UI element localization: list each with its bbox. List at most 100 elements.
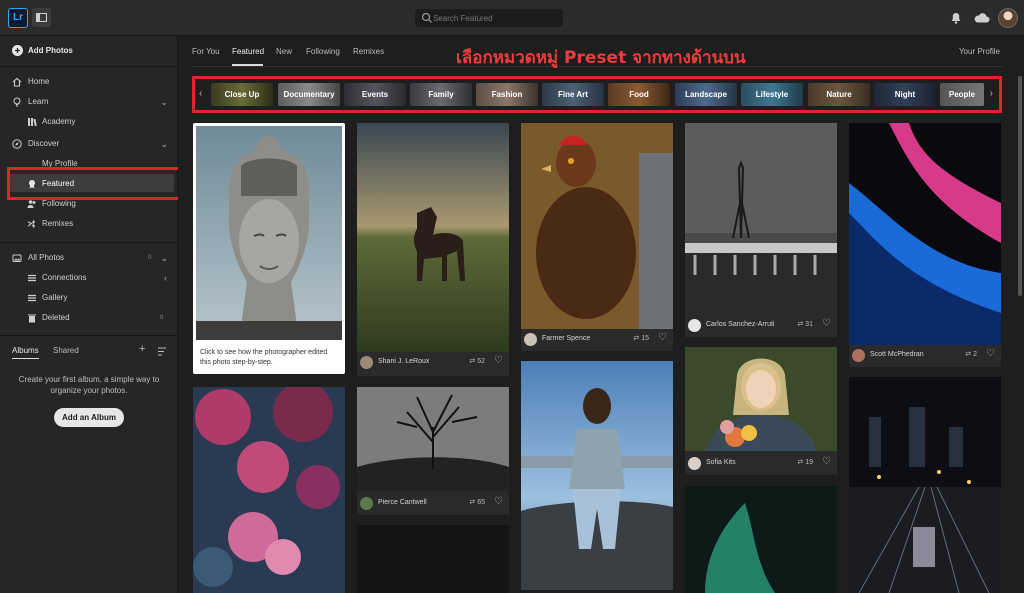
heart-icon[interactable]: ♡ xyxy=(986,348,995,359)
photo-caption-bar: Shani J. LeRoux ⇄ 52 ♡ xyxy=(357,352,509,374)
sort-icon[interactable] xyxy=(158,347,168,356)
author-name[interactable]: Sofia Kits xyxy=(706,459,736,466)
author-name[interactable]: Farmer Spence xyxy=(542,335,590,342)
author-avatar[interactable] xyxy=(852,349,865,362)
panel-toggle-icon[interactable] xyxy=(32,8,51,27)
gallery-icon xyxy=(28,294,36,302)
photo-caption-bar: Scott McPhedran ⇄ 2 ♡ xyxy=(849,345,1001,367)
tab-following[interactable]: Following xyxy=(306,47,340,56)
category-documentary[interactable]: Documentary xyxy=(278,83,340,106)
photo-card[interactable]: Carlos Sanchez-Arruti ⇄ 31 ♡ xyxy=(685,123,837,337)
sidebar-item-home[interactable]: Home xyxy=(0,73,178,91)
woman-with-flowers-photo xyxy=(685,347,837,451)
category-family[interactable]: Family xyxy=(410,83,472,106)
tab-new[interactable]: New xyxy=(276,47,292,56)
photo-card[interactable] xyxy=(193,387,345,593)
author-avatar[interactable] xyxy=(524,333,537,346)
add-album-plus-icon[interactable]: + xyxy=(139,343,145,355)
photo-card[interactable]: Pierce Cantwell ⇄ 65 ♡ xyxy=(357,387,509,515)
remix-count[interactable]: ⇄ 65 xyxy=(469,498,485,506)
user-avatar[interactable] xyxy=(998,8,1018,28)
remix-count[interactable]: ⇄ 31 xyxy=(797,320,813,328)
add-album-button[interactable]: Add an Album xyxy=(54,408,124,427)
category-events[interactable]: Events xyxy=(344,83,406,106)
chevron-right-icon[interactable]: › xyxy=(990,88,993,99)
buddha-statue-photo xyxy=(196,126,342,340)
author-name[interactable]: Carlos Sanchez-Arruti xyxy=(706,321,774,328)
category-night[interactable]: Night xyxy=(874,83,936,106)
heart-icon[interactable]: ♡ xyxy=(494,496,503,507)
category-fine-art[interactable]: Fine Art xyxy=(542,83,604,106)
heart-icon[interactable]: ♡ xyxy=(822,456,831,467)
photo-card[interactable]: Sofia Kits ⇄ 19 ♡ xyxy=(685,347,837,475)
chevron-left-icon[interactable]: ‹ xyxy=(199,88,202,99)
sidebar-item-following[interactable]: Following xyxy=(0,195,178,213)
sidebar-item-connections[interactable]: Connections ‹ xyxy=(0,269,178,287)
chevron-left-icon[interactable]: ‹ xyxy=(164,269,167,287)
scrollbar[interactable] xyxy=(1018,76,1022,296)
night-sky-photo xyxy=(357,525,509,593)
remix-count[interactable]: ⇄ 15 xyxy=(633,334,649,342)
featured-photo-card[interactable]: Click to see how the photographer edited… xyxy=(193,123,345,374)
author-avatar[interactable] xyxy=(360,497,373,510)
sidebar-item-remixes[interactable]: Remixes xyxy=(0,215,178,233)
category-lifestyle[interactable]: Lifestyle xyxy=(741,83,803,106)
sidebar-item-all-photos[interactable]: All Photos 0 ⌄ xyxy=(0,249,178,267)
search-box[interactable] xyxy=(415,9,563,27)
photo-card[interactable]: Scott McPhedran ⇄ 2 ♡ xyxy=(849,123,1001,367)
chevron-down-icon[interactable]: ⌄ xyxy=(160,135,168,153)
category-people[interactable]: People xyxy=(940,83,984,106)
photo-card[interactable] xyxy=(849,377,1001,593)
top-bar: Lr xyxy=(0,0,1024,36)
remix-count[interactable]: ⇄ 19 xyxy=(797,458,813,466)
category-nature[interactable]: Nature xyxy=(808,83,870,106)
author-name[interactable]: Pierce Cantwell xyxy=(378,499,427,506)
sidebar-item-deleted[interactable]: Deleted 0 xyxy=(0,309,178,327)
sidebar-item-gallery[interactable]: Gallery xyxy=(0,289,178,307)
photo-card[interactable] xyxy=(521,361,673,590)
tab-for-you[interactable]: For You xyxy=(192,47,220,56)
tab-albums[interactable]: Albums xyxy=(12,346,39,355)
sidebar-item-learn[interactable]: Learn ⌄ xyxy=(0,93,178,111)
add-photos-label: Add Photos xyxy=(28,46,73,55)
your-profile-link[interactable]: Your Profile xyxy=(959,47,1000,56)
lightroom-logo[interactable]: Lr xyxy=(8,8,28,28)
remix-count[interactable]: ⇄ 2 xyxy=(965,350,977,358)
sidebar-item-academy[interactable]: Academy xyxy=(0,113,178,131)
search-icon xyxy=(421,12,432,23)
tab-shared[interactable]: Shared xyxy=(53,346,79,355)
category-close-up[interactable]: Close Up xyxy=(211,83,273,106)
author-name[interactable]: Scott McPhedran xyxy=(870,351,924,358)
category-food[interactable]: Food xyxy=(608,83,670,106)
sidebar-item-discover[interactable]: Discover ⌄ xyxy=(0,135,178,153)
category-fashion[interactable]: Fashion xyxy=(476,83,538,106)
photo-card[interactable] xyxy=(685,486,837,593)
add-photos-button[interactable]: Add Photos xyxy=(0,42,178,60)
heart-icon[interactable]: ♡ xyxy=(822,318,831,329)
photo-card[interactable] xyxy=(357,525,509,593)
bell-icon[interactable] xyxy=(949,11,963,25)
divider xyxy=(0,66,178,67)
remix-count[interactable]: ⇄ 52 xyxy=(469,357,485,365)
photo-card[interactable]: Farmer Spence ⇄ 15 ♡ xyxy=(521,123,673,351)
author-avatar[interactable] xyxy=(688,319,701,332)
tab-remixes[interactable]: Remixes xyxy=(353,47,384,56)
author-avatar[interactable] xyxy=(688,457,701,470)
author-avatar[interactable] xyxy=(360,356,373,369)
chevron-down-icon[interactable]: ⌄ xyxy=(160,93,168,111)
author-name[interactable]: Shani J. LeRoux xyxy=(378,358,429,365)
heart-icon[interactable]: ♡ xyxy=(658,332,667,343)
bare-tree-photo xyxy=(357,387,509,491)
active-tab-underline xyxy=(232,64,263,66)
cloud-icon[interactable] xyxy=(973,11,990,25)
annotation-text: เลือกหมวดหมู่ Preset จากทางด้านบน xyxy=(456,48,746,68)
heart-icon[interactable]: ♡ xyxy=(494,355,503,366)
photo-card[interactable]: Shani J. LeRoux ⇄ 52 ♡ xyxy=(357,123,509,376)
sidebar-item-label: Discover xyxy=(28,139,60,148)
chevron-down-icon[interactable]: ⌄ xyxy=(160,249,168,267)
tab-featured[interactable]: Featured xyxy=(232,47,264,56)
remix-icon xyxy=(27,220,36,228)
search-input[interactable] xyxy=(433,11,558,25)
remix-icon: ⇄ xyxy=(965,351,972,358)
category-landscape[interactable]: Landscape xyxy=(675,83,737,106)
